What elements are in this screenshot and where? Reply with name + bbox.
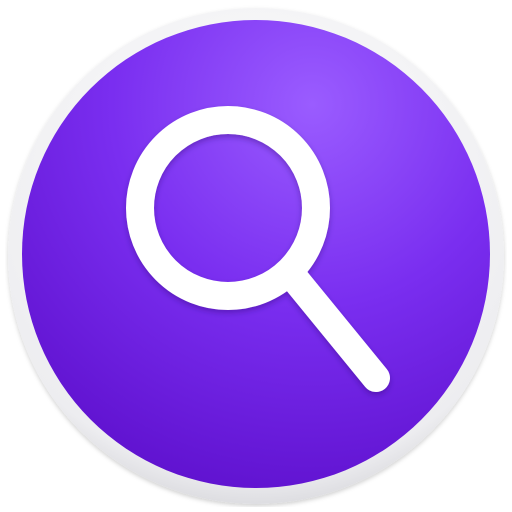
icon-canvas (0, 0, 512, 512)
icon-disc (22, 20, 490, 488)
search-app-icon[interactable] (5, 5, 507, 507)
